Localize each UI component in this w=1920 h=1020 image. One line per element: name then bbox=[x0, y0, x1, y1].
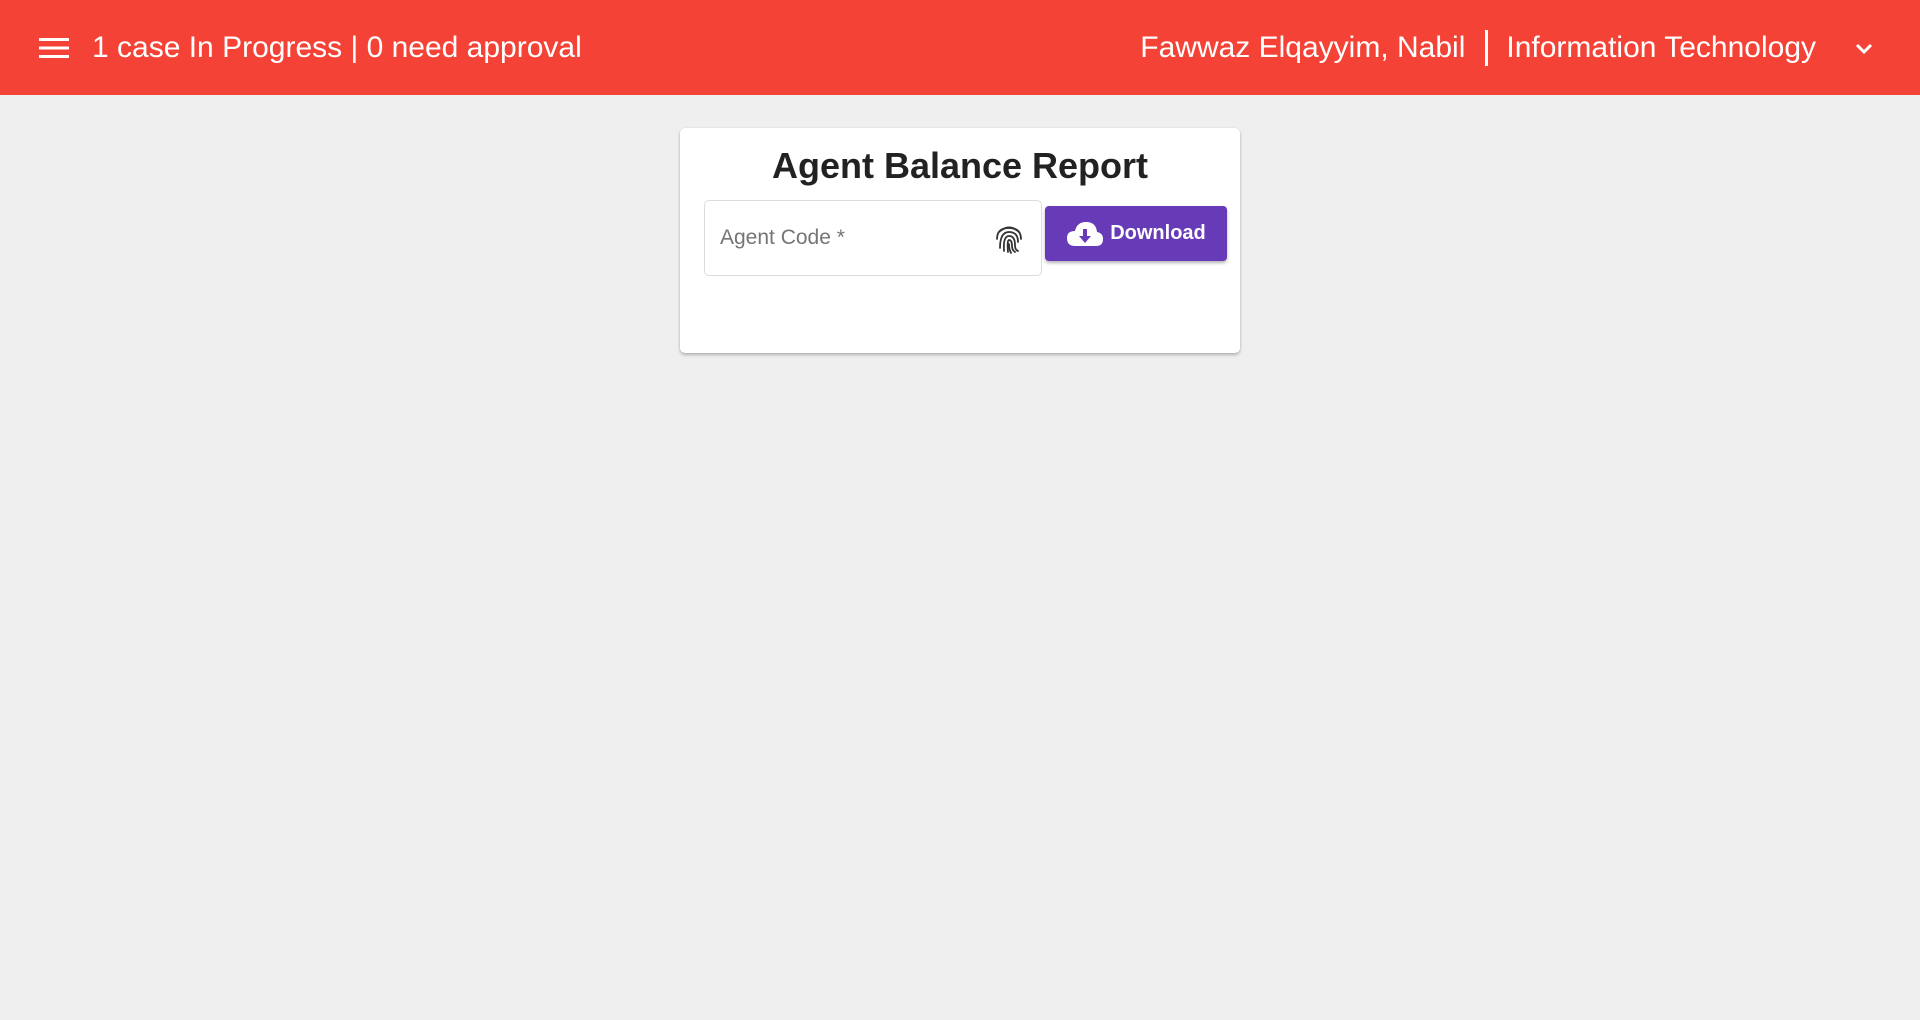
download-button[interactable]: Download bbox=[1045, 206, 1227, 261]
fingerprint-icon[interactable] bbox=[995, 224, 1023, 254]
report-title: Agent Balance Report bbox=[771, 145, 1149, 186]
agent-code-input[interactable] bbox=[705, 201, 995, 275]
user-info: Fawwaz Elqayyim, Nabil Information Techn… bbox=[1140, 24, 1878, 72]
top-app-bar: 1 case In Progress | 0 need approval Faw… bbox=[0, 0, 1920, 95]
cloud-download-icon bbox=[1067, 221, 1104, 246]
user-name: Fawwaz Elqayyim, Nabil bbox=[1140, 31, 1466, 64]
report-card: Agent Balance Report Download bbox=[680, 128, 1240, 353]
download-label: Download bbox=[1110, 222, 1206, 244]
department-name: Information Technology bbox=[1506, 31, 1816, 64]
menu-icon[interactable] bbox=[36, 34, 72, 62]
agent-code-field bbox=[704, 200, 1042, 276]
case-status-text: 1 case In Progress | 0 need approval bbox=[92, 31, 582, 64]
chevron-down-icon[interactable] bbox=[1850, 34, 1878, 62]
header-divider bbox=[1485, 30, 1489, 66]
